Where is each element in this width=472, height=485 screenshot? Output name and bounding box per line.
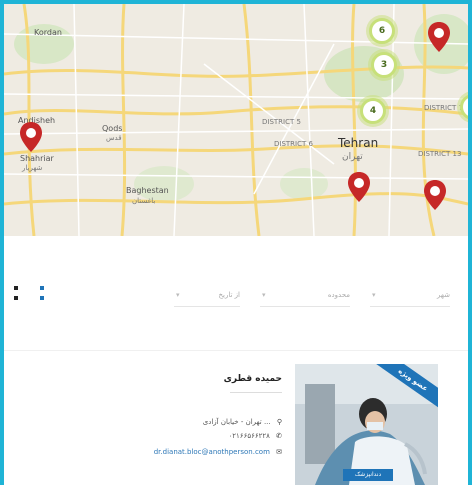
map-label-sub: باغستان [132,197,156,205]
map-cluster[interactable]: 3 [371,52,397,78]
chevron-down-icon: ▾ [176,291,180,299]
map-label-area: Baghestan [126,186,169,195]
email-row: dr.dianat.bloc@anothperson.com ✉ [154,448,282,456]
date-select-label: از تاریخ [218,291,240,299]
grid-view-icon[interactable] [14,286,18,290]
filter-bar: ▾ شهر ▾ محدوده ▾ از تاریخ [4,276,468,316]
chevron-down-icon: ▾ [372,291,376,299]
list-view-icon[interactable] [40,286,44,290]
frame-right-border [468,0,472,485]
map-marker-icon[interactable] [348,172,370,202]
map-marker-icon[interactable] [20,122,42,152]
view-toggle[interactable] [14,286,54,308]
grid-view-icon[interactable] [14,296,18,300]
city-select[interactable]: ▾ شهر [370,284,450,307]
photo-caption: دندانپزشک [343,469,393,481]
map-roads [4,4,468,236]
map-label-district: DISTRICT 13 [418,150,462,158]
map-label-area: Kordan [34,28,62,37]
address-text: تهران - خیابان آزادی ... [202,418,271,426]
map-label-sub: قدس [106,134,122,142]
doctor-card[interactable]: عضو ویژه دندانپزشک حمیده قطری تهران - خی… [90,364,440,485]
date-select[interactable]: ▾ از تاریخ [174,284,240,307]
map-view[interactable]: Kordan Qods قدس Shahriar شهریار Andisheh… [4,4,468,236]
phone-text[interactable]: ۰۲۱۶۶۵۶۶۲۲۸ [229,432,270,440]
city-select-label: شهر [437,291,450,299]
phone-row: ۰۲۱۶۶۵۶۶۲۲۸ ✆ [229,432,282,440]
name-underline [230,392,282,393]
map-label-area: Shahriar [20,154,54,163]
list-view-icon[interactable] [40,296,44,300]
doctor-name[interactable]: حمیده قطری [224,374,282,384]
area-select[interactable]: ▾ محدوده [260,284,350,307]
map-marker-icon[interactable] [424,180,446,210]
map-label-city-fa: تهران [342,152,363,162]
map-label-sub: شهریار [22,164,43,172]
email-link[interactable]: dr.dianat.bloc@anothperson.com [154,448,270,456]
map-label-district: DISTRICT 5 [262,118,301,126]
map-label-district: DISTRICT 6 [274,140,313,148]
map-label-city: Tehran [338,136,379,150]
area-select-label: محدوده [327,291,350,299]
phone-icon: ✆ [276,432,282,440]
address-row: تهران - خیابان آزادی ... ⚲ [203,418,282,426]
map-pin-icon: ⚲ [276,418,282,426]
map-cluster[interactable]: 6 [369,18,395,44]
doctor-photo[interactable]: عضو ویژه دندانپزشک [295,364,438,485]
map-label-district: DISTRICT 7 [424,104,463,112]
map-label-area: Qods [102,124,123,133]
chevron-down-icon: ▾ [262,291,266,299]
map-marker-icon[interactable] [428,22,450,52]
mail-icon: ✉ [276,448,282,456]
divider [4,350,468,351]
map-cluster[interactable]: 4 [360,98,386,124]
